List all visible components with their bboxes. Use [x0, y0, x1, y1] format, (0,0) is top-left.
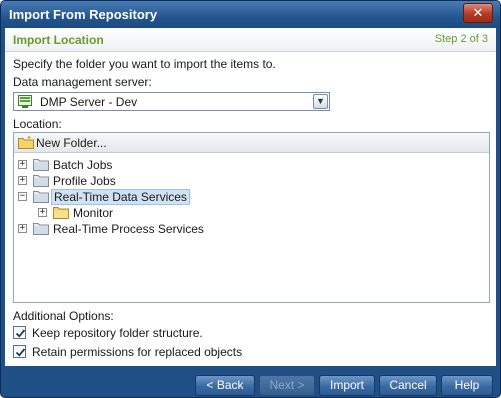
expand-icon[interactable]: + — [18, 160, 27, 169]
new-folder-icon — [18, 136, 34, 149]
instruction-text: Specify the folder you want to import th… — [13, 57, 276, 71]
server-value: DMP Server - Dev — [40, 95, 138, 109]
new-folder-button[interactable]: New Folder... — [18, 135, 107, 151]
tree-node-label: Real-Time Data Services — [51, 189, 190, 205]
back-button[interactable]: < Back — [195, 375, 255, 396]
title-bar[interactable]: Import From Repository ✕ — [1, 1, 500, 28]
server-icon — [18, 95, 32, 108]
tree-node-label: Batch Jobs — [53, 158, 113, 172]
dialog-title: Import From Repository — [9, 7, 158, 22]
import-button[interactable]: Import — [319, 375, 375, 396]
folder-icon — [33, 191, 49, 203]
server-label: Data management server: — [13, 75, 152, 89]
folder-icon — [53, 207, 69, 219]
close-button[interactable]: ✕ — [463, 3, 493, 23]
tree-toolbar: New Folder... — [14, 133, 489, 153]
cancel-button[interactable]: Cancel — [379, 375, 437, 396]
button-bar: < Back Next > Import Cancel Help — [1, 366, 500, 397]
chevron-down-icon[interactable]: ▼ — [313, 94, 328, 109]
next-button[interactable]: Next > — [259, 375, 315, 396]
wizard-header: Import Location Step 2 of 3 — [5, 28, 496, 52]
expand-icon[interactable]: + — [38, 208, 47, 217]
import-dialog: Import From Repository ✕ Import Location… — [0, 0, 501, 398]
folder-icon — [33, 223, 49, 235]
close-icon: ✕ — [472, 5, 484, 20]
additional-options-label: Additional Options: — [13, 309, 114, 323]
help-button[interactable]: Help — [441, 375, 493, 396]
location-label: Location: — [13, 117, 62, 131]
folder-tree-panel: New Folder... + Batch Jobs + Profile Job… — [13, 132, 490, 303]
checkmark-icon — [15, 348, 26, 357]
keep-structure-checkbox[interactable] — [13, 326, 26, 339]
checkmark-icon — [15, 329, 26, 338]
expand-icon[interactable]: + — [18, 224, 27, 233]
keep-structure-label: Keep repository folder structure. — [32, 326, 203, 340]
step-indicator: Step 2 of 3 — [434, 33, 488, 45]
new-folder-label: New Folder... — [36, 136, 107, 150]
tree-node-label: Profile Jobs — [53, 174, 116, 188]
retain-permissions-label: Retain permissions for replaced objects — [32, 345, 243, 359]
expand-icon[interactable]: + — [18, 176, 27, 185]
step-title: Import Location — [13, 33, 104, 47]
tree-node-label: Real-Time Process Services — [53, 222, 204, 236]
folder-icon — [33, 159, 49, 171]
retain-permissions-checkbox[interactable] — [13, 345, 26, 358]
dialog-content: Import Location Step 2 of 3 Specify the … — [5, 28, 496, 366]
tree-node-label: Monitor — [73, 206, 114, 220]
server-select[interactable]: DMP Server - Dev ▼ — [13, 92, 330, 111]
folder-icon — [33, 175, 49, 187]
collapse-icon[interactable]: − — [18, 192, 27, 201]
